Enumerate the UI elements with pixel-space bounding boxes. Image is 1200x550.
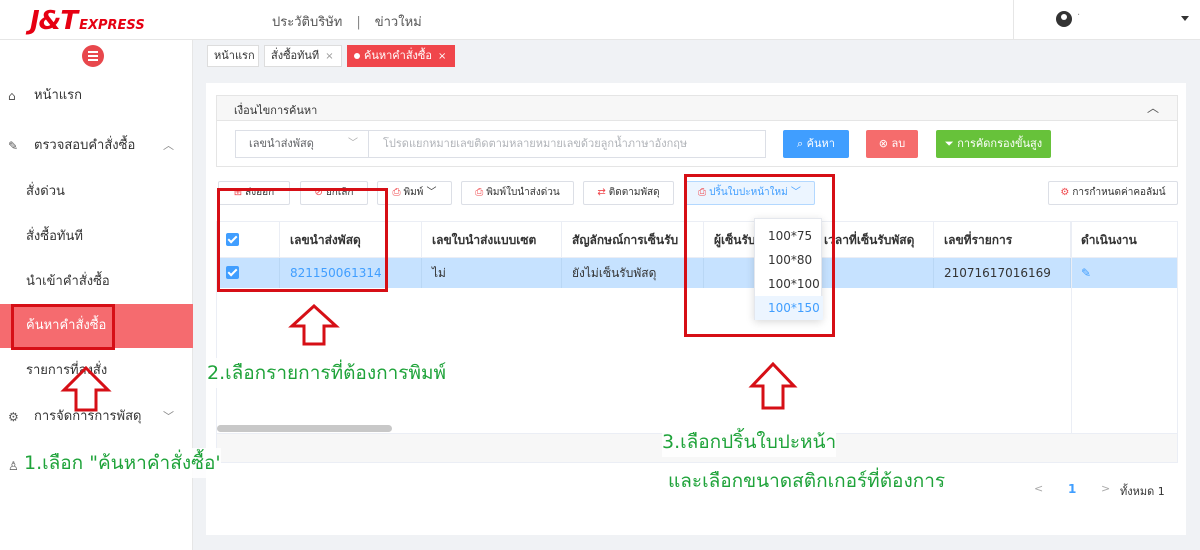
nav-company-history[interactable]: ประวัติบริษัท [272,15,342,30]
edit-icon: ✎ [8,139,19,153]
close-icon[interactable]: × [325,51,333,62]
annotation-step2: 2.เลือกรายการที่ต้องการพิมพ์ [207,358,447,388]
next-page-button[interactable]: > [1101,482,1110,495]
annotation-up-arrow [60,366,112,412]
search-conditions-header[interactable]: เงื่อนไขการค้นหา ︿ [216,95,1178,121]
sidebar-item-order-now[interactable]: สั่งซื้อทันที [0,215,193,259]
page-number[interactable]: 1 [1068,482,1076,496]
settings-icon: ⚙ [1060,187,1070,198]
user-name: · [1077,10,1081,21]
annotation-step3-line2: และเลือกขนาดสติกเกอร์ที่ต้องการ [668,466,946,496]
close-icon[interactable]: × [438,51,446,62]
annotation-box-step1 [11,304,115,350]
annotation-up-arrow [288,304,340,346]
table-cell: ยังไม่เซ็นรับพัสดุ [562,258,704,288]
printer-icon: ⎙ [392,187,401,198]
annotation-step3-line1: 3.เลือกปริ้นใบปะหน้า [662,427,837,457]
search-button[interactable]: ⌕ ค้นหา [783,130,849,158]
user-menu[interactable]: · [1013,0,1200,40]
annotation-box-step3 [684,174,835,337]
sidebar-item-home[interactable]: ⌂ หน้าแรก [0,74,193,118]
table-cell: ไม่ [422,258,562,288]
print-express-button[interactable]: ⎙ พิมพ์ใบนำส่งด่วน [461,181,574,205]
chevron-up-icon[interactable]: ︿ [1147,99,1159,116]
top-bar: J&T EXPRESS ประวัติบริษัท | ข่าวใหม่ · [0,0,1200,40]
user-icon: ♙ [8,459,19,473]
sidebar-item-import-orders[interactable]: นำเข้าคำสั่งซื้อ [0,260,193,304]
chevron-down-icon[interactable] [1181,16,1189,21]
annotation-up-arrow [748,362,798,410]
chevron-up-icon: ︿ [163,139,174,152]
chevron-down-icon: ﹀ [348,138,358,149]
home-icon: ⌂ [8,89,16,103]
print-button[interactable]: ⎙ พิมพ์ ﹀ [377,181,452,205]
column-header: เลขใบนำส่งแบบเซต [422,222,562,258]
column-header: เลขที่รายการ [934,222,1071,258]
tab-search-orders[interactable]: ค้นหาคำสั่งซื้อ × [347,45,455,67]
horizontal-scrollbar[interactable] [217,425,392,432]
prev-page-button[interactable]: < [1034,482,1043,495]
jt-express-logo[interactable]: J&T EXPRESS [30,6,145,36]
filter-icon: ⏷ [944,137,958,150]
nav-separator: | [356,15,361,30]
printer-icon: ⎙ [475,187,484,198]
advanced-filter-button[interactable]: ⏷ การคัดกรองขั้นสูง [936,130,1051,158]
column-settings-button[interactable]: ⚙ การกำหนดค่าคอลัมน์ [1048,181,1178,205]
search-icon: ⌕ [797,137,807,150]
total-count: ทั้งหมด 1 [1120,485,1165,498]
tab-home[interactable]: หน้าแรก [207,45,259,67]
search-input[interactable]: โปรดแยกหมายเลขติดตามหลายหมายเลขด้วยลูกน้… [368,130,766,158]
annotation-step1: 1.เลือก "ค้นหาคำสั่งซื้อ' [24,448,221,478]
column-header: สัญลักษณ์การเซ็นรับ [562,222,704,258]
clear-icon: ⊗ [878,137,892,150]
link-icon: ⇄ [597,187,606,198]
table-cell: 21071617016169 [934,258,1071,288]
tracking-type-select[interactable]: เลขนำส่งพัสดุ ﹀ [235,130,369,158]
annotation-box-step2 [217,188,388,292]
tab-order-now[interactable]: สั่งซื้อทันที × [264,45,342,67]
top-nav: ประวัติบริษัท | ข่าวใหม่ [272,11,422,32]
sidebar-item-express-order[interactable]: สั่งด่วน [0,170,193,214]
parcel-icon: ⚙ [8,410,19,424]
sidebar-item-check-orders[interactable]: ✎ ตรวจสอบคำสั่งซื้อ ︿ [0,124,193,168]
nav-news[interactable]: ข่าวใหม่ [375,15,422,30]
track-parcel-button[interactable]: ⇄ ติดตามพัสดุ [583,181,674,205]
fixed-action-column [1071,222,1177,462]
user-avatar-icon[interactable] [1056,11,1072,27]
clear-button[interactable]: ⊗ ลบ [866,130,918,158]
menu-toggle-icon[interactable] [82,45,104,67]
chevron-down-icon: ﹀ [163,410,174,423]
